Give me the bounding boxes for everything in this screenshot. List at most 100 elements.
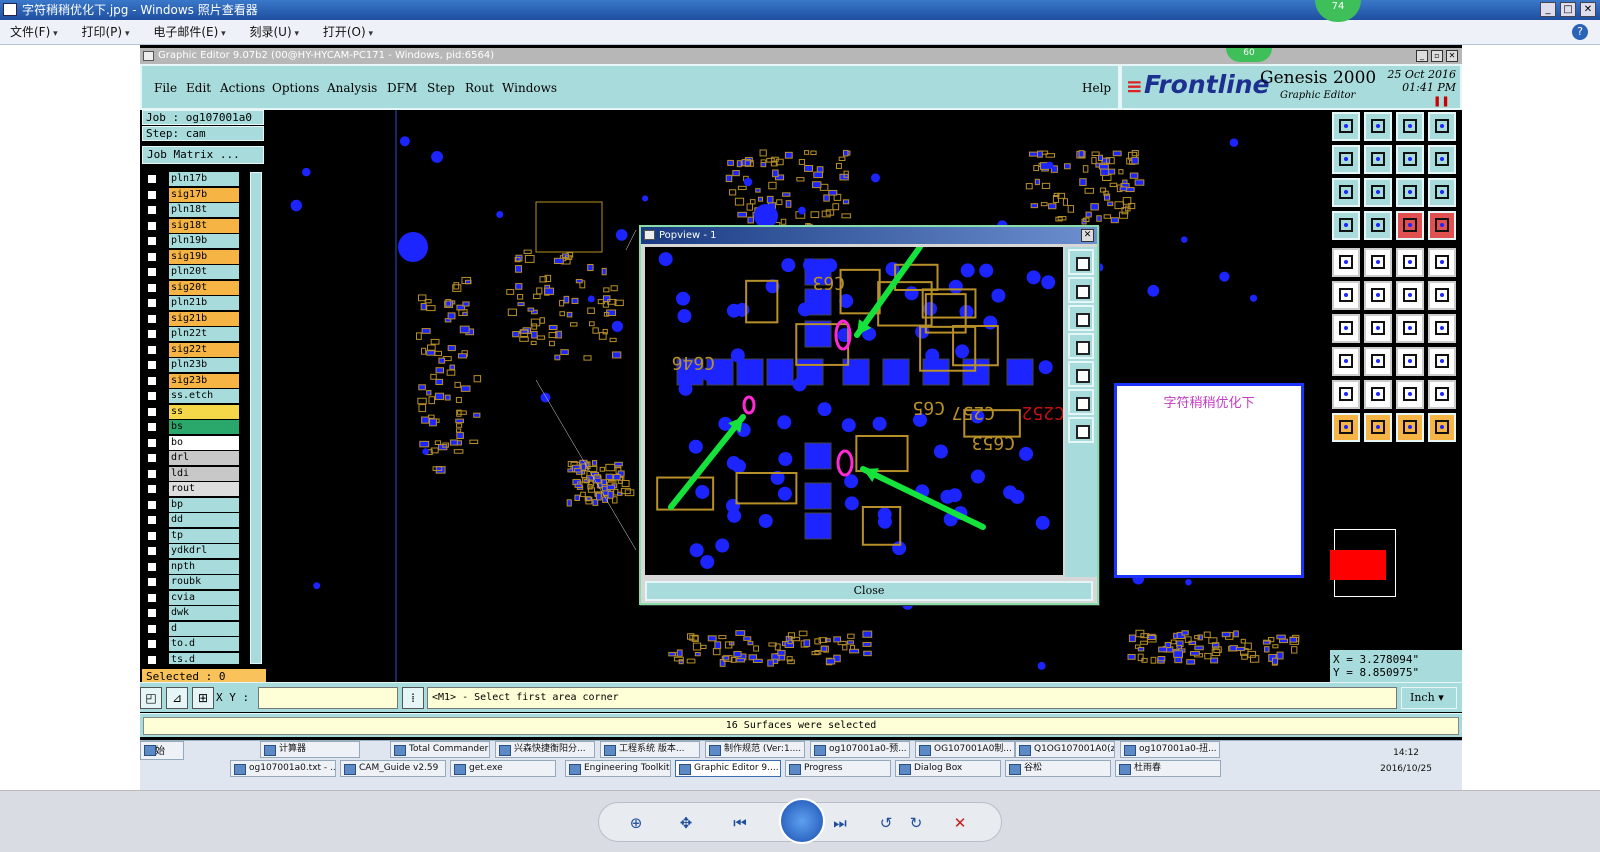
menu-help[interactable]: Help <box>1082 81 1111 95</box>
layer-checkbox[interactable] <box>147 468 157 479</box>
grid-icon[interactable]: ⊞ <box>192 687 214 709</box>
menu-file[interactable]: 文件(F) <box>10 20 58 47</box>
menu-options[interactable]: Options <box>272 81 319 95</box>
layer-row[interactable]: ss <box>142 404 242 419</box>
layer-row[interactable]: pln20t <box>142 265 242 279</box>
tool-button-30[interactable] <box>1364 347 1392 376</box>
rotate-left-icon[interactable]: ↺ <box>875 813 897 833</box>
taskbar-item[interactable]: 计算器 <box>260 741 360 758</box>
layer-name[interactable]: sig18t <box>169 218 239 233</box>
layer-name[interactable]: roubk <box>169 575 239 589</box>
tool-button-9[interactable] <box>1332 178 1360 207</box>
tool-button-39[interactable] <box>1396 413 1424 442</box>
taskbar-item[interactable]: Engineering Toolkit ... <box>565 760 671 777</box>
layer-checkbox[interactable] <box>147 344 157 355</box>
tool-button-36[interactable] <box>1428 380 1456 409</box>
layer-checkbox[interactable] <box>147 608 157 618</box>
zoom-area-icon[interactable]: ◰ <box>140 687 162 709</box>
measure-icon[interactable]: ⊿ <box>166 687 188 709</box>
minimize-button[interactable]: _ <box>1540 2 1556 17</box>
layer-name[interactable]: pln19b <box>169 234 239 248</box>
previous-icon[interactable]: ⏮ <box>729 813 751 833</box>
menu-step[interactable]: Step <box>427 81 455 95</box>
layer-row[interactable]: ldi <box>142 466 242 481</box>
taskbar-item[interactable]: 工程系统 版本... <box>600 741 700 758</box>
layer-name[interactable]: bs <box>169 420 239 434</box>
layer-name[interactable]: sig20t <box>169 280 239 295</box>
next-icon[interactable]: ⏭ <box>829 813 851 833</box>
popview-tool-1[interactable] <box>1068 249 1094 275</box>
tool-button-11[interactable] <box>1396 178 1424 207</box>
layer-checkbox[interactable] <box>147 623 157 634</box>
layer-name[interactable]: pln23b <box>169 358 239 372</box>
layer-row[interactable]: pln17b <box>142 172 242 186</box>
layer-row[interactable]: sig17b <box>142 187 242 202</box>
layer-row[interactable]: bp <box>142 497 242 512</box>
layer-checkbox[interactable] <box>147 546 157 556</box>
start-button[interactable]: 开始 <box>140 741 184 760</box>
taskbar-item[interactable]: Dialog Box <box>895 760 1001 777</box>
layer-row[interactable]: pln23b <box>142 358 242 372</box>
layer-name[interactable]: ydkdrl <box>169 544 239 558</box>
layer-row[interactable]: pln22t <box>142 327 242 341</box>
tool-button-10[interactable] <box>1364 178 1392 207</box>
taskbar-item[interactable]: get.exe <box>450 760 556 777</box>
help-icon[interactable]: ? <box>1572 24 1588 40</box>
zoom-icon[interactable]: ⊕ <box>625 813 647 833</box>
layer-name[interactable]: pln20t <box>169 265 239 279</box>
menu-email[interactable]: 电子邮件(E) <box>153 20 225 47</box>
popview-tool-3[interactable] <box>1068 305 1094 331</box>
layer-name[interactable]: ts.d <box>169 652 239 664</box>
tool-button-1[interactable] <box>1332 112 1360 141</box>
taskbar-item[interactable]: 制作规范 (Ver:1.... <box>705 741 805 758</box>
popview-tool-6[interactable] <box>1068 389 1094 415</box>
layer-row[interactable]: sig19b <box>142 249 242 264</box>
layer-row[interactable]: rout <box>142 482 242 496</box>
taskbar-item[interactable]: CAM_Guide v2.59 <box>340 760 446 777</box>
tool-button-31[interactable] <box>1396 347 1424 376</box>
tool-button-38[interactable] <box>1364 413 1392 442</box>
layer-name[interactable]: ss.etch <box>169 389 239 403</box>
menu-dfm[interactable]: DFM <box>387 81 417 95</box>
layer-row[interactable]: pln19b <box>142 234 242 248</box>
layer-checkbox[interactable] <box>147 205 157 215</box>
taskbar-item[interactable]: Total Commander ... <box>390 741 490 758</box>
layer-row[interactable]: drl <box>142 451 242 465</box>
layer-checkbox[interactable] <box>147 360 157 370</box>
layer-row[interactable]: d <box>142 621 242 636</box>
tool-button-13[interactable] <box>1332 211 1360 240</box>
layer-row[interactable]: roubk <box>142 575 242 589</box>
layer-checkbox[interactable] <box>147 282 157 293</box>
tool-button-16[interactable] <box>1428 211 1456 240</box>
layer-checkbox[interactable] <box>147 406 157 417</box>
layer-checkbox[interactable] <box>147 639 157 649</box>
layer-row[interactable]: cvia <box>142 590 242 605</box>
tool-button-35[interactable] <box>1396 380 1424 409</box>
snap-icon[interactable]: ⁞ <box>402 687 424 709</box>
tool-button-5[interactable] <box>1332 145 1360 174</box>
layer-row[interactable]: bo <box>142 435 242 450</box>
layer-checkbox[interactable] <box>147 236 157 246</box>
layer-name[interactable]: tp <box>169 528 239 543</box>
layer-row[interactable]: npth <box>142 559 242 574</box>
layer-row[interactable]: sig18t <box>142 218 242 233</box>
taskbar-item[interactable]: Graphic Editor 9.... <box>675 760 781 777</box>
popview-tool-4[interactable] <box>1068 333 1094 359</box>
menu-burn[interactable]: 刻录(U) <box>250 20 300 47</box>
layer-row[interactable]: dd <box>142 513 242 527</box>
layer-name[interactable]: cvia <box>169 590 239 605</box>
layer-row[interactable]: sig20t <box>142 280 242 295</box>
layer-checkbox[interactable] <box>147 220 157 231</box>
taskbar-item[interactable]: og107001a0.txt - ... <box>230 760 336 777</box>
layer-checkbox[interactable] <box>147 654 157 664</box>
layer-name[interactable]: bo <box>169 435 239 450</box>
layer-name[interactable]: pln18t <box>169 203 239 217</box>
layer-name[interactable]: sig23b <box>169 373 239 388</box>
layer-name[interactable]: sig19b <box>169 249 239 264</box>
layer-checkbox[interactable] <box>147 329 157 339</box>
taskbar-item[interactable]: 兴森快捷衡阳分... <box>495 741 595 758</box>
taskbar-item[interactable]: OG107001A0制... <box>915 741 1015 758</box>
job-matrix-button[interactable]: Job Matrix ... <box>142 146 264 164</box>
tool-button-32[interactable] <box>1428 347 1456 376</box>
tool-button-24[interactable] <box>1428 281 1456 310</box>
